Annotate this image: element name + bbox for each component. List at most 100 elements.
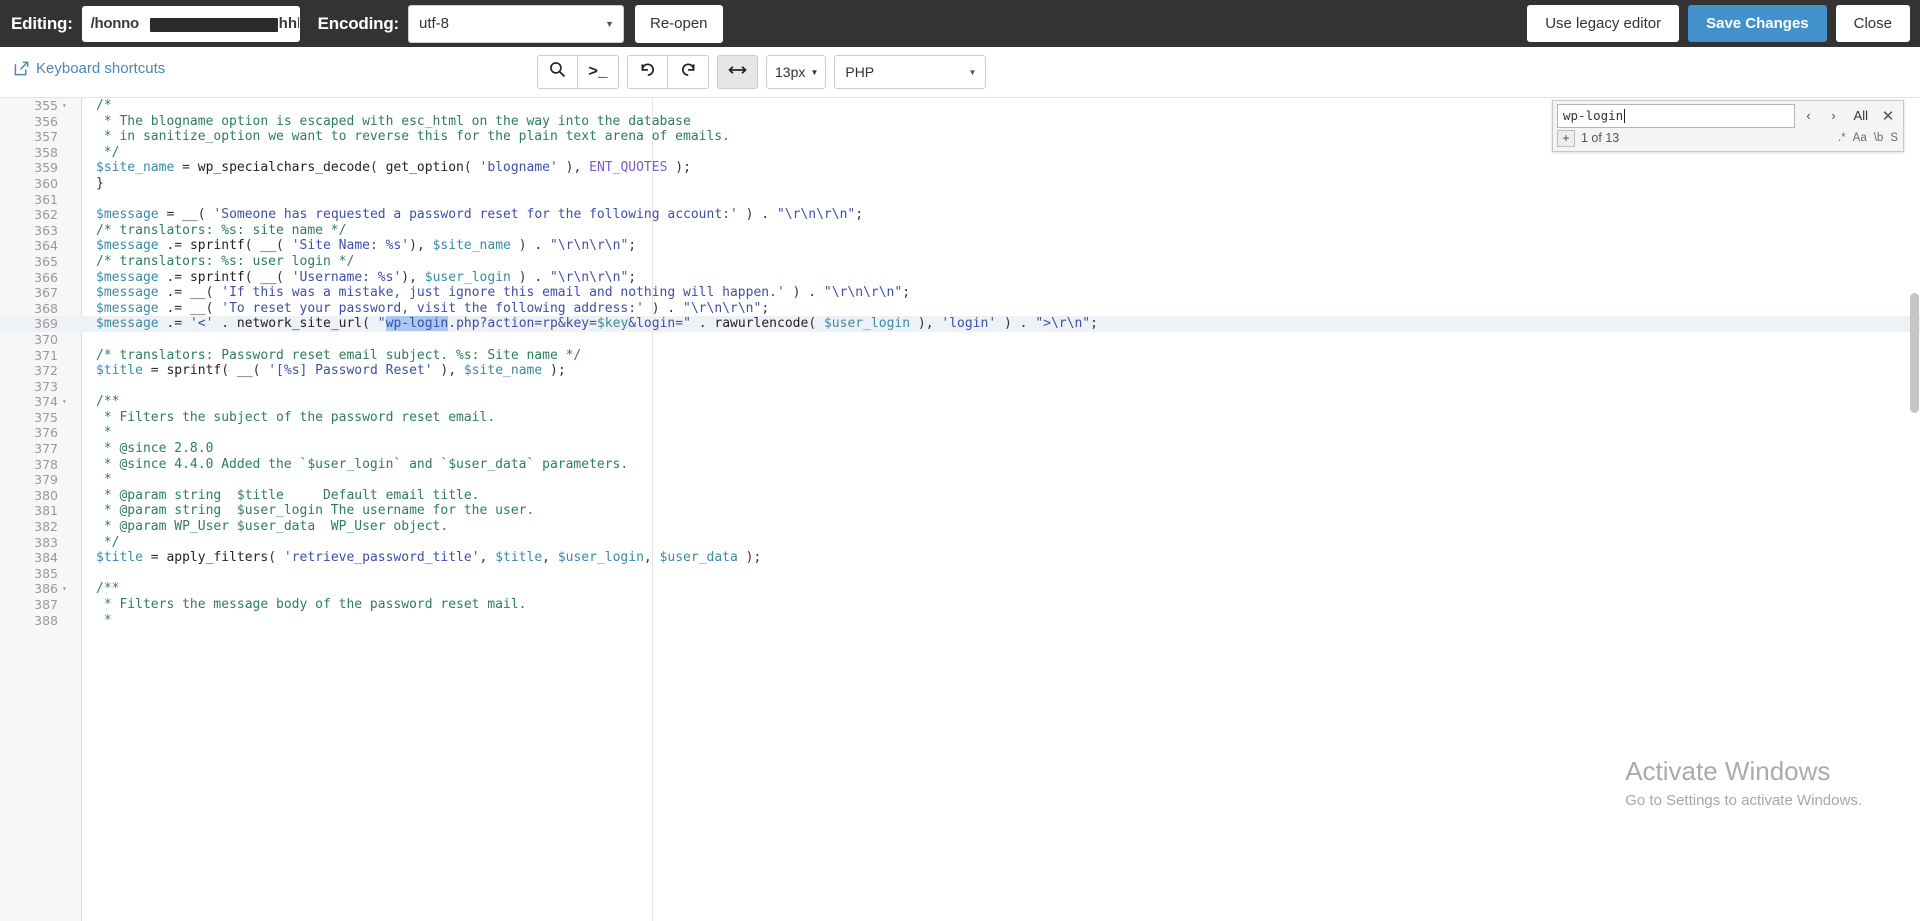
- code-line-text: /**: [96, 581, 120, 597]
- code-line[interactable]: 370: [0, 332, 1920, 348]
- search-button[interactable]: [537, 55, 578, 89]
- code-line[interactable]: 367 $message .= __( 'If this was a mistak…: [0, 285, 1920, 301]
- code-line[interactable]: 379 *: [0, 472, 1920, 488]
- regex-toggle[interactable]: .*: [1838, 132, 1846, 144]
- code-line[interactable]: 377 * @since 2.8.0: [0, 441, 1920, 457]
- find-input-row: wp-login ‹ › All ✕: [1553, 101, 1903, 129]
- reopen-button[interactable]: Re-open: [634, 4, 723, 43]
- fold-toggle-icon[interactable]: ▾: [62, 394, 72, 410]
- code-line-text: * Filters the subject of the password re…: [96, 409, 496, 425]
- find-next-button[interactable]: ›: [1823, 104, 1845, 128]
- code-line[interactable]: 385: [0, 566, 1920, 582]
- code-line[interactable]: 369 $message .= '<' . network_site_url( "…: [0, 316, 1920, 332]
- scrollbar-thumb[interactable]: [1910, 293, 1919, 413]
- close-button[interactable]: Close: [1835, 5, 1910, 42]
- in-selection-toggle[interactable]: S: [1890, 132, 1898, 144]
- code-line[interactable]: 360}: [0, 176, 1920, 192]
- code-line-text: *: [96, 425, 112, 441]
- code-line-text: $message .= sprintf( __( 'Site Name: %s'…: [96, 238, 637, 254]
- code-line-text: $title = apply_filters( 'retrieve_passwo…: [96, 550, 762, 566]
- activate-windows-watermark: Activate Windows Go to Settings to activ…: [1625, 757, 1862, 809]
- code-line[interactable]: 363 /* translators: %s: site name */: [0, 223, 1920, 239]
- code-line[interactable]: 371 /* translators: Password reset email …: [0, 348, 1920, 364]
- language-mode-value: PHP: [845, 64, 875, 80]
- code-line[interactable]: 361: [0, 192, 1920, 208]
- search-console-group: >_: [537, 55, 619, 89]
- code-line[interactable]: 378 * @since 4.4.0 Added the `$user_logi…: [0, 457, 1920, 473]
- find-close-button[interactable]: ✕: [1877, 104, 1899, 128]
- redo-button[interactable]: [668, 55, 709, 89]
- code-line[interactable]: 382 * @param WP_User $user_data WP_User …: [0, 519, 1920, 535]
- code-line[interactable]: 373: [0, 379, 1920, 395]
- find-query-value: wp-login: [1563, 108, 1624, 123]
- code-line[interactable]: 376 *: [0, 425, 1920, 441]
- code-line[interactable]: 386 ▾ /**: [0, 581, 1920, 597]
- vertical-scrollbar[interactable]: [1908, 98, 1920, 921]
- find-replace-panel: wp-login ‹ › All ✕ + 1 of 13 .* Aa \b S: [1552, 100, 1904, 152]
- code-line[interactable]: 388 *: [0, 613, 1920, 629]
- undo-button[interactable]: [627, 55, 668, 89]
- external-link-icon: [14, 61, 29, 76]
- fold-toggle-icon[interactable]: ▾: [62, 581, 72, 597]
- code-line[interactable]: 387 * Filters the message body of the pa…: [0, 597, 1920, 613]
- font-size-value: 13px: [775, 64, 806, 80]
- fold-toggle-icon[interactable]: ▾: [62, 98, 72, 114]
- line-number: 375: [34, 409, 58, 425]
- code-line[interactable]: 384 $title = apply_filters( 'retrieve_pas…: [0, 550, 1920, 566]
- use-legacy-editor-button[interactable]: Use legacy editor: [1527, 5, 1680, 42]
- arrows-horizontal-icon: [728, 63, 747, 82]
- keyboard-shortcuts-label: Keyboard shortcuts: [36, 60, 166, 77]
- find-expand-button[interactable]: +: [1557, 129, 1575, 147]
- file-path-value: /honno: [90, 15, 139, 32]
- word-wrap-button[interactable]: [717, 55, 758, 89]
- code-line-text: */: [96, 144, 120, 160]
- editor-top-bar: Editing: /honno hhbblic_ Encoding: utf-8…: [0, 0, 1920, 47]
- encoding-select[interactable]: utf-8 ▼: [407, 4, 624, 43]
- search-icon: [549, 61, 566, 83]
- line-number: 370: [34, 331, 58, 347]
- redo-icon: [680, 61, 697, 83]
- code-line[interactable]: 380 * @param string $title Default email…: [0, 488, 1920, 504]
- chevron-down-icon: ▼: [968, 68, 977, 77]
- code-line-text: $message = __( 'Someone has requested a …: [96, 207, 864, 223]
- code-line[interactable]: 366 $message .= sprintf( __( 'Username: %…: [0, 270, 1920, 286]
- language-mode-select[interactable]: PHP ▼: [834, 55, 987, 89]
- find-all-button[interactable]: All: [1848, 104, 1874, 128]
- whole-word-toggle[interactable]: \b: [1874, 132, 1884, 144]
- code-line[interactable]: 362 $message = __( 'Someone has requested…: [0, 207, 1920, 223]
- undo-icon: [639, 61, 656, 83]
- watermark-subtitle: Go to Settings to activate Windows.: [1625, 792, 1862, 809]
- file-path-input[interactable]: /honno hhbblic_: [81, 5, 300, 42]
- code-lines-container: 355 ▾ /* 356 * The blogname option is escap…: [0, 98, 1920, 628]
- case-sensitive-toggle[interactable]: Aa: [1853, 132, 1867, 144]
- code-line[interactable]: 383 */: [0, 535, 1920, 551]
- line-number: 377: [34, 441, 58, 457]
- console-button[interactable]: >_: [578, 55, 619, 89]
- line-number: 388: [34, 612, 58, 628]
- code-line[interactable]: 365 /* translators: %s: user login */: [0, 254, 1920, 270]
- find-input[interactable]: wp-login: [1557, 103, 1795, 128]
- font-size-select[interactable]: 13px ▼: [766, 55, 827, 89]
- save-changes-button[interactable]: Save Changes: [1688, 5, 1827, 42]
- close-label: Close: [1853, 15, 1892, 32]
- code-line[interactable]: 374 ▾ /**: [0, 394, 1920, 410]
- editor-tool-buttons: >_ 13px ▼ PHP ▼: [537, 55, 987, 89]
- code-line-text: $site_name = wp_specialchars_decode( get…: [96, 160, 691, 176]
- line-number: 367: [34, 285, 58, 301]
- code-line[interactable]: 372 $title = sprintf( __( '[%s] Password …: [0, 363, 1920, 379]
- code-line-text: * @param string $title Default email tit…: [96, 487, 480, 503]
- find-status-row: + 1 of 13 .* Aa \b S: [1553, 129, 1903, 151]
- find-previous-button[interactable]: ‹: [1798, 104, 1820, 128]
- code-editor[interactable]: 355 ▾ /* 356 * The blogname option is escap…: [0, 98, 1920, 921]
- code-line[interactable]: 364 $message .= sprintf( __( 'Site Name: …: [0, 238, 1920, 254]
- keyboard-shortcuts-link[interactable]: Keyboard shortcuts: [14, 60, 165, 77]
- code-line-text: * @param WP_User $user_data WP_User obje…: [96, 519, 449, 535]
- code-line[interactable]: 359 $site_name = wp_specialchars_decode( …: [0, 160, 1920, 176]
- code-line-text: /* translators: %s: site name */: [96, 222, 347, 238]
- code-line[interactable]: 381 * @param string $user_login The user…: [0, 503, 1920, 519]
- line-number: 380: [34, 487, 58, 503]
- code-line[interactable]: 368 $message .= __( 'To reset your passwo…: [0, 301, 1920, 317]
- code-line[interactable]: 375 * Filters the subject of the passwor…: [0, 410, 1920, 426]
